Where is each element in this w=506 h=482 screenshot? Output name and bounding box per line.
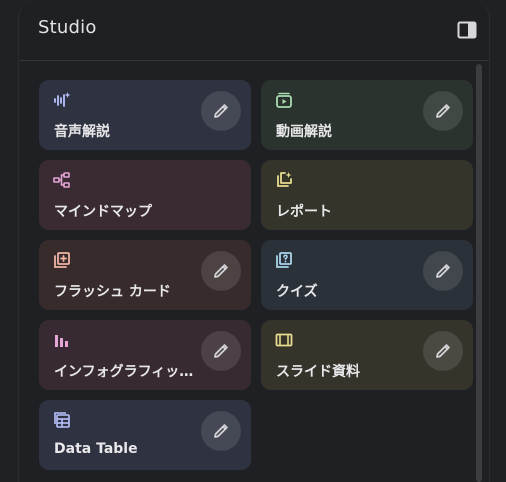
slides-icon	[275, 331, 293, 349]
tool-infographic[interactable]: インフォグラフィッ…	[39, 320, 251, 390]
tool-slides[interactable]: スライド資料	[261, 320, 473, 390]
tool-label: スライド資料	[276, 364, 360, 380]
pencil-icon	[214, 344, 228, 358]
tool-label: マインドマップ	[54, 204, 152, 220]
edit-button[interactable]	[201, 251, 241, 291]
pencil-icon	[214, 104, 228, 118]
tool-label: フラッシュ カード	[54, 284, 171, 300]
panel-header: Studio	[19, 0, 489, 61]
mind-map-icon	[53, 171, 71, 189]
tool-label: レポート	[276, 204, 332, 220]
tool-audio-overview[interactable]: 音声解説	[39, 80, 251, 150]
edit-button[interactable]	[423, 91, 463, 131]
pencil-icon	[436, 104, 450, 118]
audio-waveform-icon	[53, 91, 71, 109]
studio-panel: Studio 音声解説 動画解説 マインドマップ レポート フラッシュ カード …	[18, 0, 490, 482]
pencil-icon	[214, 424, 228, 438]
pencil-icon	[214, 264, 228, 278]
scrollbar[interactable]	[476, 64, 482, 482]
table-icon	[53, 411, 71, 429]
tool-data-table[interactable]: Data Table	[39, 400, 251, 470]
tool-label: Data Table	[54, 441, 138, 457]
tool-quiz[interactable]: クイズ	[261, 240, 473, 310]
side-panel-icon[interactable]	[457, 20, 477, 40]
tool-video-overview[interactable]: 動画解説	[261, 80, 473, 150]
pencil-icon	[436, 264, 450, 278]
tool-flashcards[interactable]: フラッシュ カード	[39, 240, 251, 310]
tool-report[interactable]: レポート	[261, 160, 473, 230]
edit-button[interactable]	[201, 411, 241, 451]
bar-chart-icon	[53, 331, 71, 349]
pencil-icon	[436, 344, 450, 358]
flashcards-icon	[53, 251, 71, 269]
panel-title: Studio	[38, 17, 97, 38]
edit-button[interactable]	[201, 91, 241, 131]
tool-label: インフォグラフィッ…	[54, 364, 194, 380]
report-sparkle-icon	[275, 171, 293, 189]
tool-label: 音声解説	[54, 124, 110, 140]
tool-mind-map[interactable]: マインドマップ	[39, 160, 251, 230]
tool-label: 動画解説	[276, 124, 332, 140]
edit-button[interactable]	[423, 331, 463, 371]
quiz-icon	[275, 251, 293, 269]
edit-button[interactable]	[201, 331, 241, 371]
tool-label: クイズ	[276, 284, 318, 300]
edit-button[interactable]	[423, 251, 463, 291]
video-play-icon	[275, 91, 293, 109]
